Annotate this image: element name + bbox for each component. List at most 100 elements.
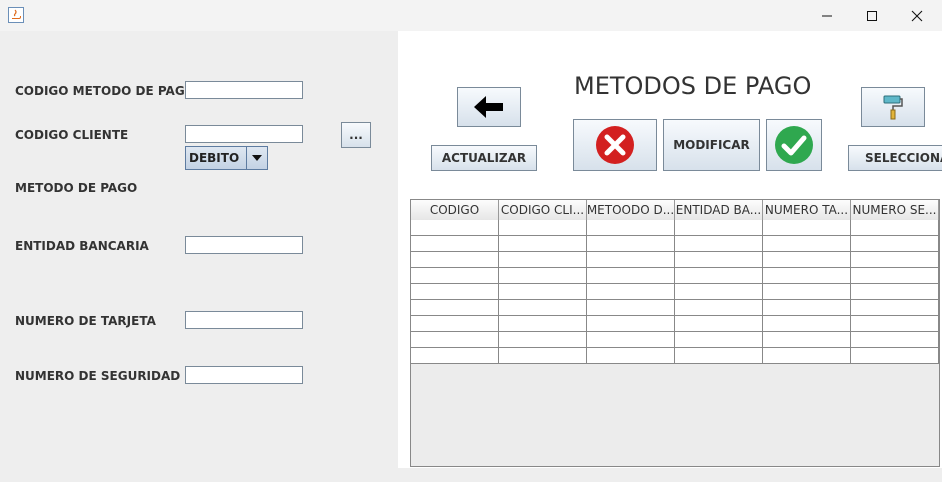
- table-cell[interactable]: [763, 300, 851, 316]
- table-row[interactable]: [411, 300, 939, 316]
- codigo-metodo-input[interactable]: [185, 81, 303, 99]
- table-cell[interactable]: [851, 348, 939, 364]
- table-cell[interactable]: [587, 332, 675, 348]
- table-cell[interactable]: [675, 300, 763, 316]
- maximize-icon: [867, 10, 877, 21]
- seleccionar-button[interactable]: SELECCIONAR: [848, 145, 942, 171]
- confirm-button[interactable]: [766, 119, 822, 171]
- metodo-pago-select[interactable]: DEBITO: [185, 146, 268, 170]
- table-cell[interactable]: [851, 236, 939, 252]
- numero-tarjeta-input[interactable]: [185, 311, 303, 329]
- table-cell[interactable]: [587, 284, 675, 300]
- table-cell[interactable]: [763, 332, 851, 348]
- table-row[interactable]: [411, 236, 939, 252]
- table-cell[interactable]: [499, 252, 587, 268]
- table-row[interactable]: [411, 220, 939, 236]
- table-cell[interactable]: [675, 220, 763, 236]
- metodo-pago-value: DEBITO: [189, 151, 240, 165]
- table-cell[interactable]: [763, 348, 851, 364]
- table-cell[interactable]: [587, 252, 675, 268]
- entidad-bancaria-label: ENTIDAD BANCARIA: [15, 239, 149, 253]
- actualizar-button[interactable]: ACTUALIZAR: [431, 145, 537, 171]
- table-cell[interactable]: [851, 252, 939, 268]
- codigo-cliente-label: CODIGO CLIENTE: [15, 128, 129, 142]
- table-row[interactable]: [411, 252, 939, 268]
- table-row[interactable]: [411, 332, 939, 348]
- table-cell[interactable]: [675, 252, 763, 268]
- left-arrow-icon: [474, 96, 503, 118]
- column-header[interactable]: NUMERO TA...: [763, 200, 851, 220]
- delete-button[interactable]: [573, 119, 657, 171]
- table-row[interactable]: [411, 316, 939, 332]
- minimize-icon: [822, 15, 832, 16]
- table-cell[interactable]: [411, 300, 499, 316]
- table-cell[interactable]: [851, 300, 939, 316]
- table-cell[interactable]: [587, 220, 675, 236]
- table-cell[interactable]: [411, 268, 499, 284]
- page-title: METODOS DE PAGO: [574, 72, 812, 100]
- table-cell[interactable]: [851, 268, 939, 284]
- table-cell[interactable]: [411, 284, 499, 300]
- table-cell[interactable]: [851, 220, 939, 236]
- back-button[interactable]: [457, 87, 521, 127]
- x-circle-icon: [596, 126, 634, 164]
- minimize-button[interactable]: [804, 0, 850, 31]
- table-cell[interactable]: [763, 220, 851, 236]
- column-header[interactable]: ENTIDAD BA...: [675, 200, 763, 220]
- table-row[interactable]: [411, 268, 939, 284]
- codigo-cliente-input[interactable]: [185, 125, 303, 143]
- table-cell[interactable]: [411, 252, 499, 268]
- entidad-bancaria-input[interactable]: [185, 236, 303, 254]
- numero-seguridad-input[interactable]: [185, 366, 303, 384]
- table-cell[interactable]: [675, 236, 763, 252]
- table-cell[interactable]: [499, 316, 587, 332]
- browse-cliente-button[interactable]: ...: [341, 122, 371, 148]
- column-header[interactable]: CODIGO: [411, 200, 499, 220]
- table-cell[interactable]: [499, 268, 587, 284]
- modificar-button[interactable]: MODIFICAR: [663, 119, 760, 171]
- table-cell[interactable]: [851, 316, 939, 332]
- table-cell[interactable]: [499, 236, 587, 252]
- table-cell[interactable]: [587, 316, 675, 332]
- table-cell[interactable]: [499, 300, 587, 316]
- table-cell[interactable]: [675, 268, 763, 284]
- table-cell[interactable]: [763, 316, 851, 332]
- close-button[interactable]: [894, 0, 940, 31]
- table-row[interactable]: [411, 284, 939, 300]
- column-header[interactable]: CODIGO CLI...: [499, 200, 587, 220]
- table-cell[interactable]: [411, 332, 499, 348]
- java-app-icon: [8, 7, 24, 23]
- maximize-button[interactable]: [849, 0, 895, 31]
- paint-roller-button[interactable]: [861, 87, 925, 127]
- table-cell[interactable]: [499, 332, 587, 348]
- table-cell[interactable]: [411, 220, 499, 236]
- table-cell[interactable]: [675, 316, 763, 332]
- paint-roller-icon: [883, 95, 903, 120]
- table-row[interactable]: [411, 348, 939, 364]
- table-cell[interactable]: [763, 252, 851, 268]
- table-cell[interactable]: [763, 284, 851, 300]
- table-cell[interactable]: [411, 316, 499, 332]
- numero-seguridad-label: NUMERO DE SEGURIDAD: [15, 369, 181, 383]
- numero-tarjeta-label: NUMERO DE TARJETA: [15, 314, 156, 328]
- table-cell[interactable]: [675, 332, 763, 348]
- table-cell[interactable]: [587, 236, 675, 252]
- table-cell[interactable]: [499, 220, 587, 236]
- table-cell[interactable]: [587, 348, 675, 364]
- table-cell[interactable]: [499, 348, 587, 364]
- table-cell[interactable]: [763, 268, 851, 284]
- table-cell[interactable]: [411, 348, 499, 364]
- table-cell[interactable]: [675, 348, 763, 364]
- table-cell[interactable]: [499, 284, 587, 300]
- table-cell[interactable]: [851, 332, 939, 348]
- chevron-down-icon[interactable]: [246, 147, 267, 169]
- table-cell[interactable]: [411, 236, 499, 252]
- table-cell[interactable]: [851, 284, 939, 300]
- column-header[interactable]: METOODO D...: [587, 200, 675, 220]
- table-cell[interactable]: [763, 236, 851, 252]
- column-header[interactable]: NUMERO SE...: [851, 200, 939, 220]
- table-cell[interactable]: [587, 268, 675, 284]
- payment-methods-table[interactable]: CODIGO CODIGO CLI... METOODO D... ENTIDAD B…: [410, 199, 940, 467]
- table-cell[interactable]: [675, 284, 763, 300]
- table-cell[interactable]: [587, 300, 675, 316]
